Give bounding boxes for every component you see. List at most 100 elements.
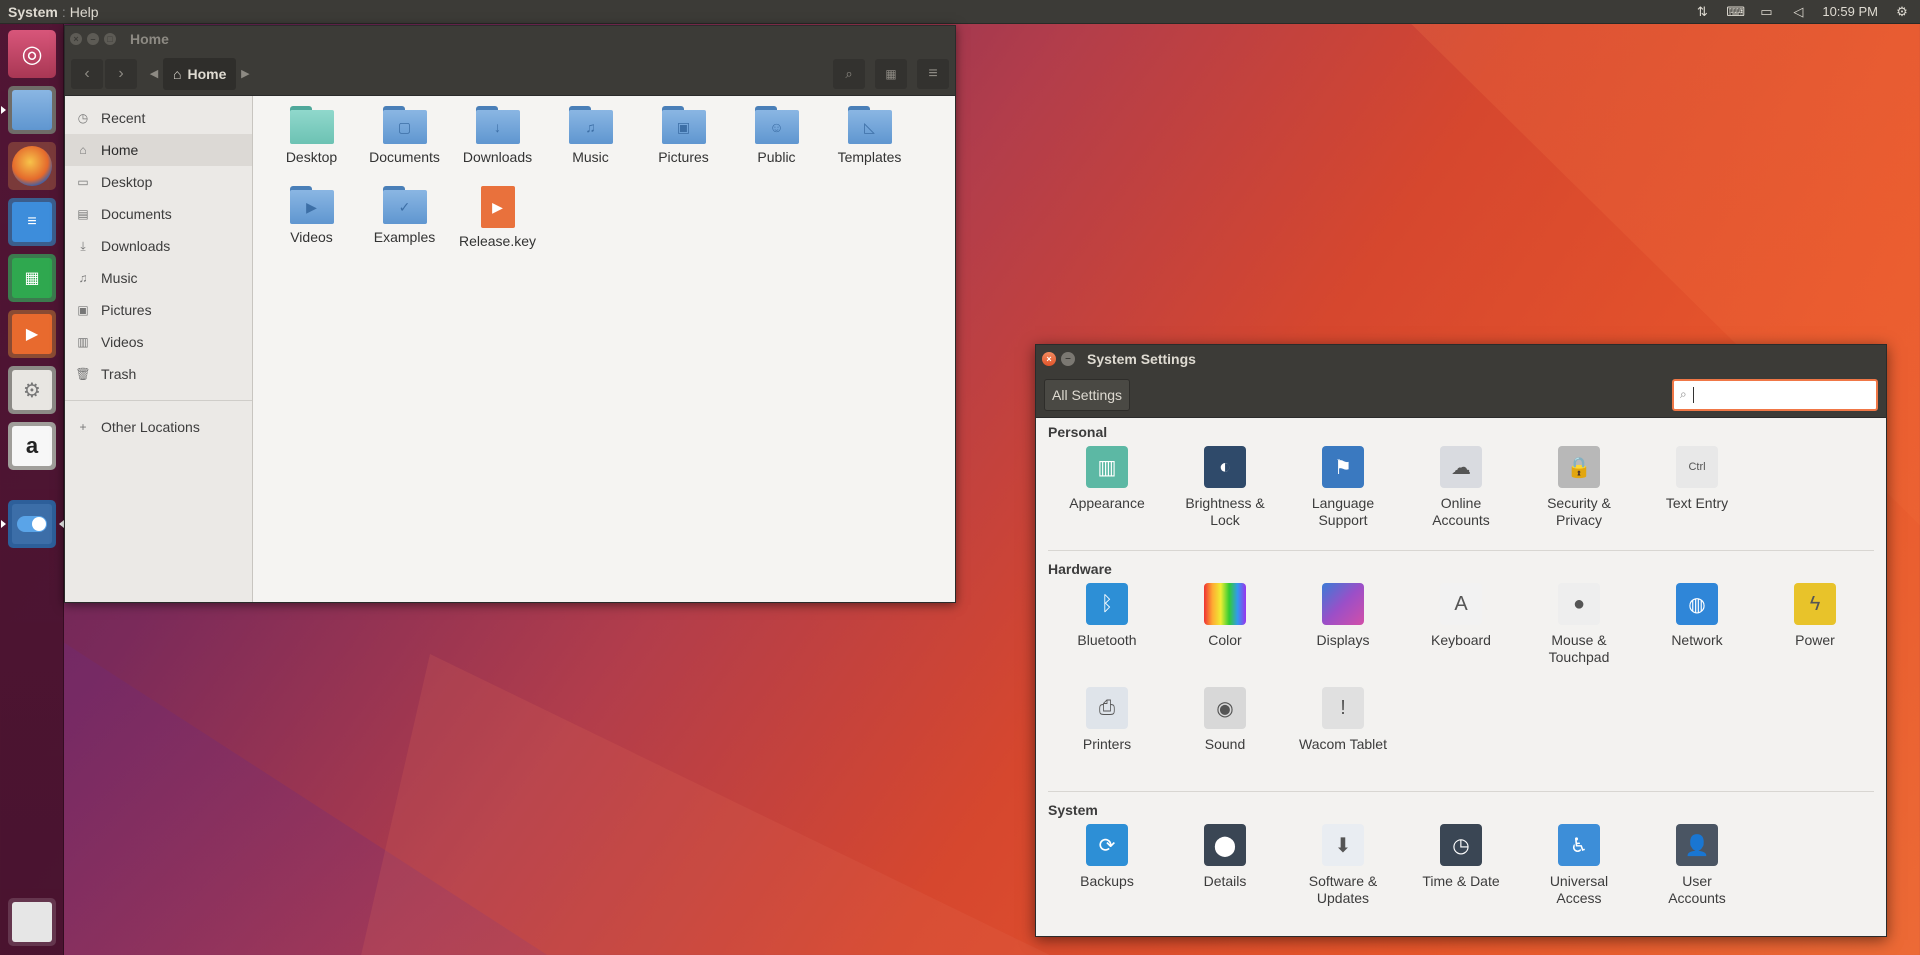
network-icon[interactable]: ⇅ bbox=[1694, 4, 1710, 19]
files-app-icon[interactable] bbox=[1, 86, 56, 134]
file-item[interactable]: ▶ Release.key bbox=[451, 186, 544, 260]
plus-icon: + bbox=[79, 420, 87, 434]
file-item[interactable]: Desktop bbox=[265, 106, 358, 180]
setting-sound[interactable]: ◉ Sound bbox=[1166, 681, 1284, 785]
setting-details[interactable]: ⬤ Details bbox=[1166, 818, 1284, 922]
ubuntu-logo-icon[interactable]: ◎ bbox=[8, 30, 56, 78]
keyboard-icon: A bbox=[1440, 583, 1482, 625]
amazon-icon[interactable]: a bbox=[8, 422, 56, 470]
sidebar-item-desktop[interactable]: ▭ Desktop bbox=[65, 166, 252, 198]
back-button[interactable]: ‹ bbox=[71, 58, 103, 89]
setting-label: Security & Privacy bbox=[1547, 495, 1611, 528]
file-item[interactable]: ↓ Downloads bbox=[451, 106, 544, 180]
sidebar-item-videos[interactable]: ▥ Videos bbox=[65, 326, 252, 358]
sidebar-item-home[interactable]: ⌂ Home bbox=[65, 134, 252, 166]
file-item[interactable]: ♫ Music bbox=[544, 106, 637, 180]
all-settings-button[interactable]: All Settings bbox=[1044, 378, 1131, 411]
setting-backups[interactable]: ⟳ Backups bbox=[1048, 818, 1166, 922]
setting-wacom-tablet[interactable]: ! Wacom Tablet bbox=[1284, 681, 1402, 785]
setting-text-entry[interactable]: Ctrl Text Entry bbox=[1638, 440, 1756, 544]
path-right-button[interactable]: ▶ bbox=[236, 59, 254, 89]
minimize-icon[interactable]: – bbox=[1061, 351, 1075, 366]
setting-software-updates[interactable]: ⬇ Software & Updates bbox=[1284, 818, 1402, 922]
maximize-icon[interactable]: □ bbox=[104, 33, 116, 45]
file-item[interactable]: ◺ Templates bbox=[823, 106, 916, 180]
sidebar-item-pictures[interactable]: ▣ Pictures bbox=[65, 294, 252, 326]
close-icon[interactable]: × bbox=[1042, 351, 1056, 366]
setting-user-accounts[interactable]: 👤 User Accounts bbox=[1638, 818, 1756, 922]
system-settings-icon[interactable] bbox=[1, 500, 64, 548]
view-button[interactable]: ▦ bbox=[875, 58, 907, 89]
folder-icon: ♫ bbox=[568, 106, 613, 144]
sidebar-item-other-locations[interactable]: + Other Locations bbox=[65, 411, 252, 443]
setting-bluetooth[interactable]: ᛒ Bluetooth bbox=[1048, 577, 1166, 681]
path-left-button[interactable]: ◀ bbox=[145, 59, 163, 89]
setting-label: Bluetooth bbox=[1077, 632, 1137, 648]
sidebar-item-recent[interactable]: ◷ Recent bbox=[65, 102, 252, 134]
file-item[interactable]: ✓ Examples bbox=[358, 186, 451, 260]
setting-language-support[interactable]: ⚑ Language Support bbox=[1284, 440, 1402, 544]
breadcrumb: ◀ ⌂ Home ▶ bbox=[145, 57, 254, 90]
folder-icon: ↓ bbox=[475, 106, 520, 144]
software-center-icon[interactable]: ⚙ bbox=[8, 366, 56, 414]
sidebar-item-trash[interactable]: 🗑 Trash bbox=[65, 358, 252, 390]
setting-online-accounts[interactable]: ☁ Online Accounts bbox=[1402, 440, 1520, 544]
files-window: × – □ Home ‹ › ◀ ⌂ Home ▶ ⌕ ▦ ≡ ◷ Recent ⌂… bbox=[64, 25, 956, 603]
firefox-icon[interactable] bbox=[8, 142, 56, 190]
window-title: System Settings bbox=[1087, 350, 1196, 367]
setting-appearance[interactable]: ▥ Appearance bbox=[1048, 440, 1166, 544]
setting-mouse-touchpad[interactable]: ● Mouse & Touchpad bbox=[1520, 577, 1638, 681]
file-item[interactable]: ▢ Documents bbox=[358, 106, 451, 180]
volume-icon[interactable]: ◁ bbox=[1790, 4, 1806, 19]
file-label: Public bbox=[757, 149, 796, 165]
grid-view-icon: ▦ bbox=[885, 66, 897, 81]
calc-icon[interactable]: ▦ bbox=[8, 254, 56, 302]
settings-icon[interactable]: ⚙ bbox=[1894, 4, 1910, 19]
app-menu[interactable]: System bbox=[6, 4, 60, 20]
clock[interactable]: 10:59 PM bbox=[1822, 4, 1878, 19]
setting-keyboard[interactable]: A Keyboard bbox=[1402, 577, 1520, 681]
keyboard-icon[interactable]: ⌨ bbox=[1726, 4, 1745, 19]
impress-icon[interactable]: ▶ bbox=[8, 310, 56, 358]
trash-icon[interactable] bbox=[8, 898, 56, 946]
setting-printers[interactable]: ⎙ Printers bbox=[1048, 681, 1166, 785]
settings-titlebar[interactable]: × – System Settings bbox=[1036, 345, 1886, 372]
setting-label: Printers bbox=[1082, 736, 1132, 752]
file-item[interactable]: ▣ Pictures bbox=[637, 106, 730, 180]
setting-color[interactable]: Color bbox=[1166, 577, 1284, 681]
setting-time-date[interactable]: ◷ Time & Date bbox=[1402, 818, 1520, 922]
minimize-icon[interactable]: – bbox=[87, 33, 99, 45]
file-label: Documents bbox=[369, 149, 440, 165]
brightness-lock-icon: ◐ bbox=[1204, 446, 1246, 488]
setting-displays[interactable]: Displays bbox=[1284, 577, 1402, 681]
writer-icon[interactable]: ≡ bbox=[8, 198, 56, 246]
setting-network[interactable]: ◍ Network bbox=[1638, 577, 1756, 681]
sidebar-item-downloads[interactable]: ⤓ Downloads bbox=[65, 230, 252, 262]
setting-universal-access[interactable]: ♿ Universal Access bbox=[1520, 818, 1638, 922]
setting-label: Appearance bbox=[1069, 495, 1145, 511]
sidebar-item-music[interactable]: ♫ Music bbox=[65, 262, 252, 294]
files-titlebar[interactable]: × – □ Home bbox=[65, 26, 955, 52]
menu-separator: : bbox=[61, 3, 66, 20]
forward-button[interactable]: › bbox=[105, 58, 137, 89]
settings-search-input[interactable]: ⌕ bbox=[1672, 378, 1878, 411]
help-menu[interactable]: Help bbox=[68, 4, 101, 20]
close-icon[interactable]: × bbox=[70, 33, 82, 45]
sidebar-item-documents[interactable]: ▤ Documents bbox=[65, 198, 252, 230]
search-button[interactable]: ⌕ bbox=[833, 58, 865, 89]
search-icon: ⌕ bbox=[845, 65, 853, 81]
settings-toolbar: All Settings ⌕ bbox=[1036, 372, 1886, 418]
crumb-home[interactable]: ⌂ Home bbox=[163, 57, 237, 90]
power-icon: ϟ bbox=[1794, 583, 1836, 625]
menu-button[interactable]: ≡ bbox=[917, 58, 949, 89]
file-item[interactable]: ▶ Videos bbox=[265, 186, 358, 260]
file-item[interactable]: ☺ Public bbox=[730, 106, 823, 180]
sidebar-item-label: Documents bbox=[101, 206, 172, 222]
setting-security-privacy[interactable]: 🔒 Security & Privacy bbox=[1520, 440, 1638, 544]
section-title-hardware: Hardware bbox=[1048, 561, 1112, 577]
setting-power[interactable]: ϟ Power bbox=[1756, 577, 1874, 681]
setting-brightness-lock[interactable]: ◐ Brightness & Lock bbox=[1166, 440, 1284, 544]
battery-icon[interactable]: ▭ bbox=[1758, 4, 1774, 19]
setting-label: Keyboard bbox=[1431, 632, 1491, 648]
file-label: Music bbox=[572, 149, 609, 165]
